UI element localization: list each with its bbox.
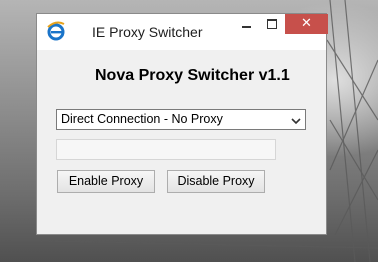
maximize-button[interactable] (259, 14, 285, 34)
enable-proxy-button[interactable]: Enable Proxy (57, 170, 155, 193)
chevron-down-icon[interactable] (290, 114, 302, 126)
app-window: IE Proxy Switcher ✕ Nova Proxy Switcher … (36, 13, 328, 235)
app-heading: Nova Proxy Switcher v1.1 (95, 67, 290, 84)
title-bar[interactable]: IE Proxy Switcher ✕ (37, 14, 328, 50)
proxy-select[interactable]: Direct Connection - No Proxy (56, 109, 306, 130)
ie-logo-icon (46, 21, 66, 41)
minimize-button[interactable] (233, 14, 259, 34)
status-field (56, 139, 276, 160)
disable-proxy-button[interactable]: Disable Proxy (167, 170, 265, 193)
window-title: IE Proxy Switcher (92, 24, 203, 40)
close-button[interactable]: ✕ (285, 14, 328, 34)
close-icon: ✕ (301, 16, 312, 31)
proxy-select-value: Direct Connection - No Proxy (61, 112, 223, 126)
